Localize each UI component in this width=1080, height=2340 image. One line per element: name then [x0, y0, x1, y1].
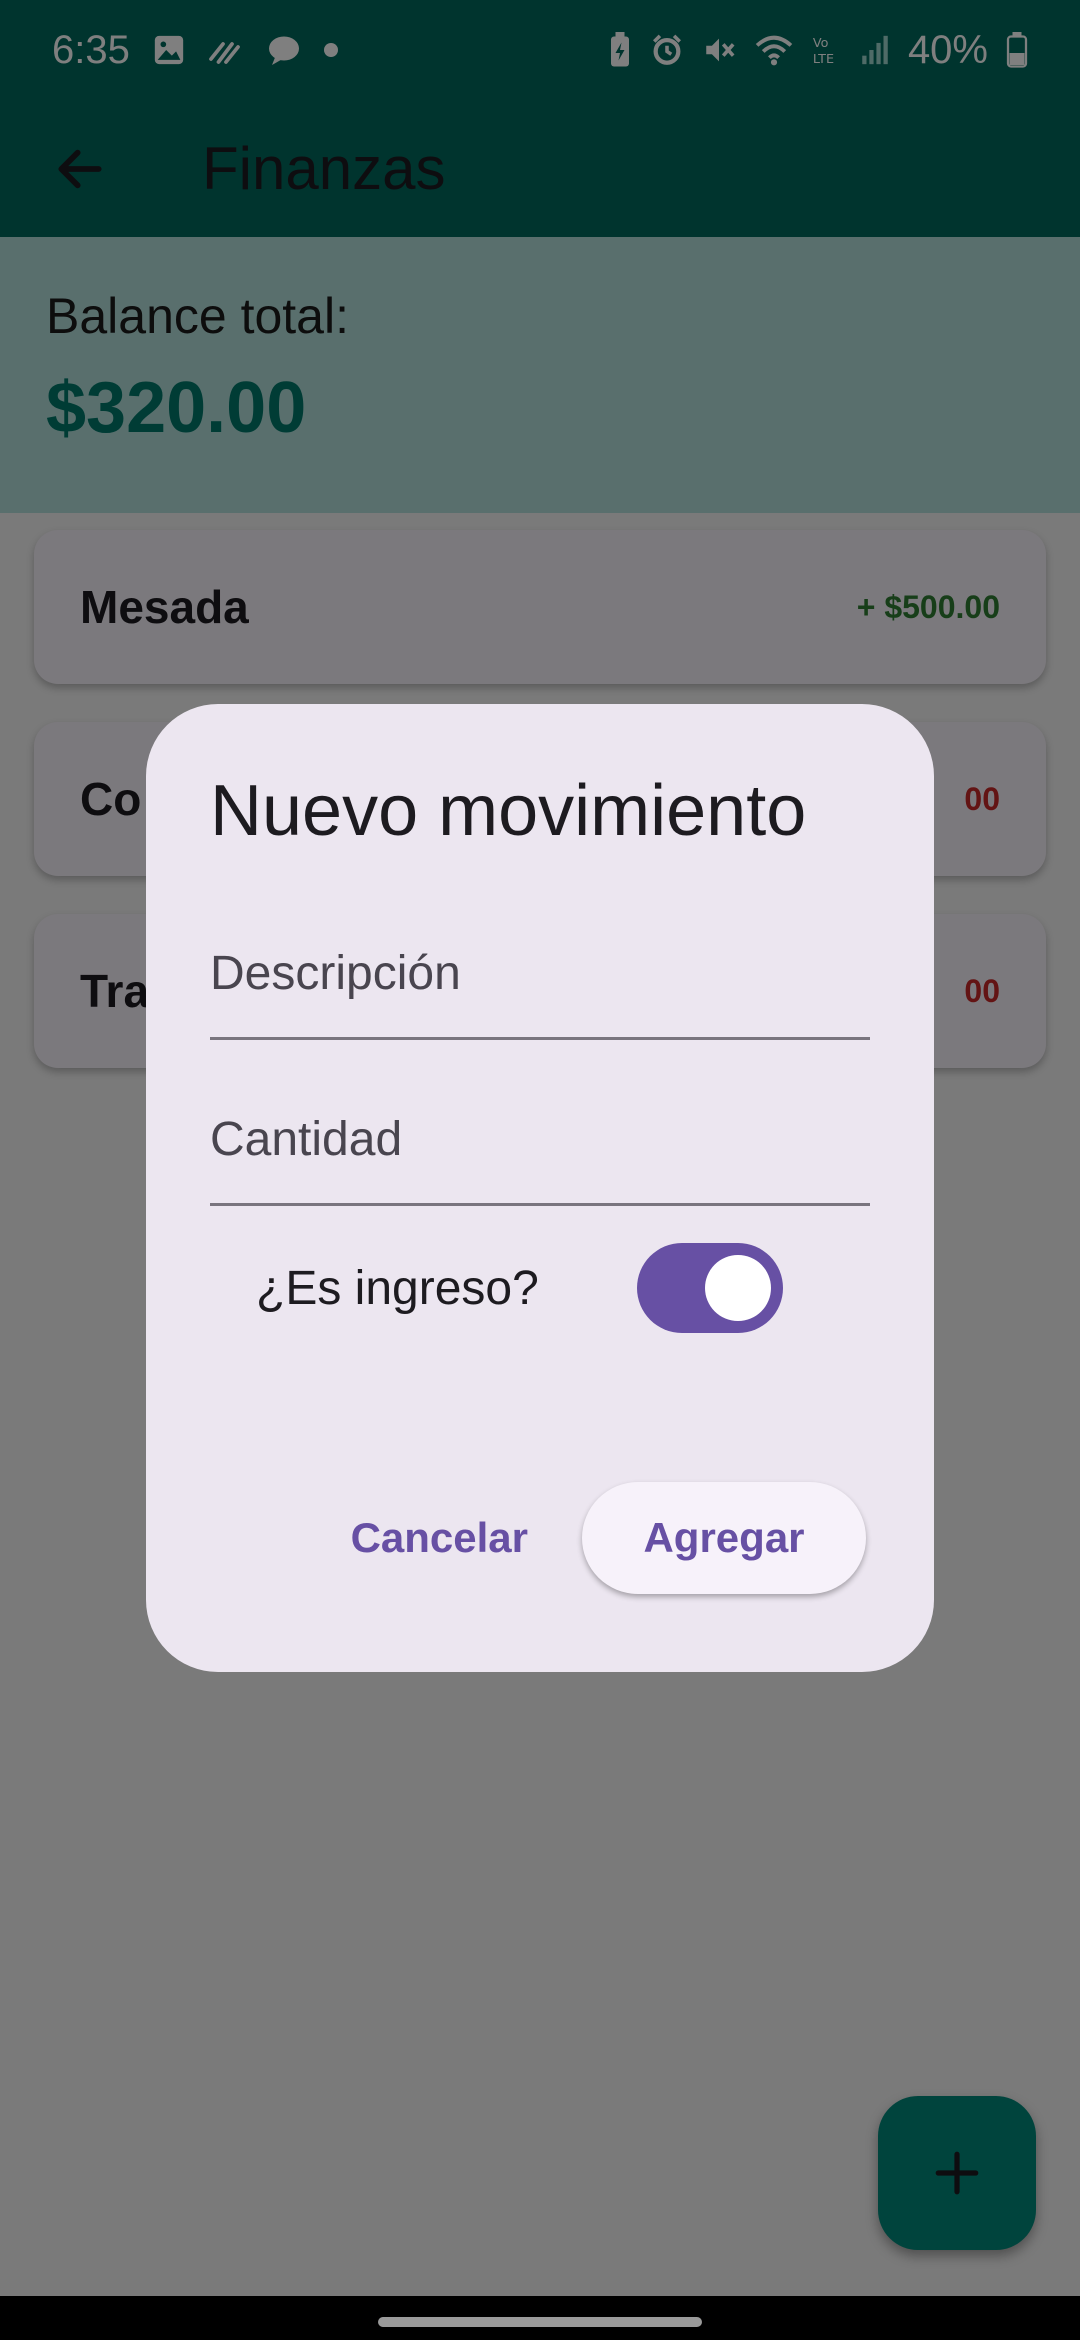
- add-button[interactable]: Agregar: [582, 1482, 866, 1594]
- description-field: [210, 910, 870, 1040]
- income-switch-row: ¿Es ingreso?: [210, 1242, 870, 1334]
- amount-input[interactable]: [210, 1112, 870, 1167]
- switch-thumb: [704, 1255, 771, 1321]
- income-switch[interactable]: [636, 1243, 783, 1333]
- finance-screen: 6:35: [0, 0, 1080, 2340]
- dialog-actions: Cancelar Agregar: [331, 1482, 866, 1594]
- amount-field: [210, 1076, 870, 1206]
- income-switch-label: ¿Es ingreso?: [256, 1261, 539, 1315]
- dialog-title: Nuevo movimiento: [210, 771, 807, 851]
- new-transaction-dialog: Nuevo movimiento ¿Es ingreso? Cancelar A…: [146, 704, 934, 1672]
- cancel-button[interactable]: Cancelar: [331, 1484, 548, 1592]
- description-input[interactable]: [210, 946, 870, 1001]
- home-gesture-handle[interactable]: [378, 2317, 702, 2327]
